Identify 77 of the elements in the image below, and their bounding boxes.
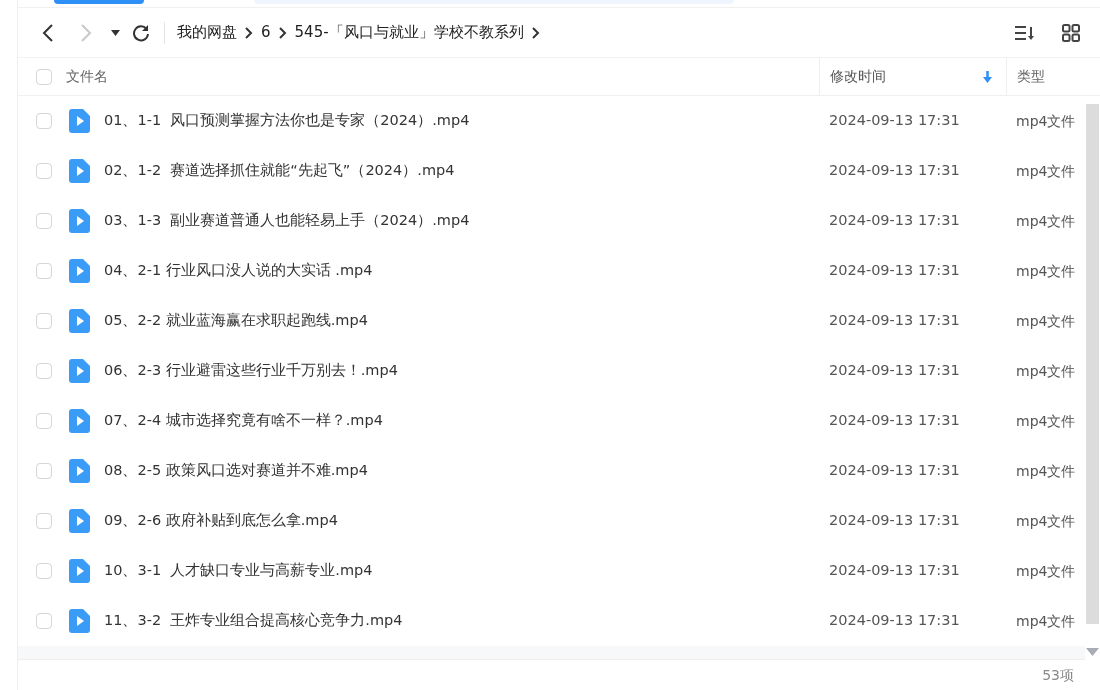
- file-type: mp4文件: [1016, 161, 1076, 181]
- modified-time: 2024-09-13 17:31: [829, 111, 960, 131]
- modified-time: 2024-09-13 17:31: [829, 311, 960, 331]
- file-type: mp4文件: [1016, 111, 1076, 131]
- video-file-icon: [69, 609, 90, 633]
- scroll-down-icon[interactable]: [1086, 648, 1099, 656]
- modified-time: 2024-09-13 17:31: [829, 411, 960, 431]
- video-file-icon: [69, 209, 90, 233]
- file-name[interactable]: 11、3-2 王炸专业组合提高核心竞争力.mp4: [104, 610, 403, 632]
- column-header[interactable]: 文件名: [66, 66, 108, 87]
- modified-time: 2024-09-13 17:31: [829, 511, 960, 531]
- scrollbar-thumb[interactable]: [1086, 104, 1099, 624]
- row-checkbox[interactable]: [36, 463, 52, 479]
- forward-icon[interactable]: [80, 22, 92, 43]
- refresh-icon[interactable]: [132, 23, 150, 42]
- file-name[interactable]: 08、2-5 政策风口选对赛道并不难.mp4: [104, 460, 368, 482]
- file-type: mp4文件: [1016, 511, 1076, 531]
- item-count: 53项: [1042, 665, 1074, 685]
- row-checkbox[interactable]: [36, 113, 52, 129]
- file-type: mp4文件: [1016, 611, 1076, 631]
- column-header[interactable]: 类型: [1017, 66, 1045, 87]
- modified-time: 2024-09-13 17:31: [829, 561, 960, 581]
- toolbar-button[interactable]: [54, 0, 144, 4]
- partial-file-row[interactable]: [18, 646, 1085, 660]
- video-file-icon: [69, 409, 90, 433]
- back-icon[interactable]: [42, 22, 54, 43]
- file-type: mp4文件: [1016, 361, 1076, 381]
- modified-time: 2024-09-13 17:31: [829, 211, 960, 231]
- chevron-right-icon: [245, 26, 253, 39]
- video-file-icon: [69, 359, 90, 383]
- video-file-icon: [69, 559, 90, 583]
- file-type: mp4文件: [1016, 461, 1076, 481]
- select-all-checkbox[interactable]: [36, 68, 52, 85]
- file-name[interactable]: 01、1-1 风口预测掌握方法你也是专家（2024）.mp4: [104, 110, 470, 132]
- row-checkbox[interactable]: [36, 563, 52, 579]
- video-file-icon: [69, 459, 90, 483]
- modified-time: 2024-09-13 17:31: [829, 361, 960, 381]
- breadcrumb-link[interactable]: 我的网盘: [173, 21, 241, 44]
- sort-descending-icon[interactable]: [983, 70, 992, 83]
- breadcrumb-link[interactable]: 545-「风口与就业」学校不教系列: [290, 21, 528, 44]
- file-name[interactable]: 02、1-2 赛道选择抓住就能“先起飞”（2024）.mp4: [104, 160, 455, 182]
- column-header[interactable]: 修改时间: [830, 66, 886, 87]
- modified-time: 2024-09-13 17:31: [829, 161, 960, 181]
- file-name[interactable]: 10、3-1 人才缺口专业与高薪专业.mp4: [104, 560, 373, 582]
- row-checkbox[interactable]: [36, 313, 52, 329]
- modified-time: 2024-09-13 17:31: [829, 461, 960, 481]
- row-checkbox[interactable]: [36, 213, 52, 229]
- row-checkbox[interactable]: [36, 513, 52, 529]
- file-type: mp4文件: [1016, 261, 1076, 281]
- file-name[interactable]: 04、2-1 行业风口没人说的大实话 .mp4: [104, 260, 373, 282]
- file-name[interactable]: 06、2-3 行业避雷这些行业千万别去！.mp4: [104, 360, 398, 382]
- video-file-icon: [69, 259, 90, 283]
- chevron-right-icon: [278, 26, 287, 39]
- file-type: mp4文件: [1016, 561, 1076, 581]
- caret-icon[interactable]: [111, 29, 120, 36]
- file-type: mp4文件: [1016, 211, 1076, 231]
- row-checkbox[interactable]: [36, 413, 52, 429]
- modified-time: 2024-09-13 17:31: [829, 611, 960, 631]
- file-name[interactable]: 03、1-3 副业赛道普通人也能轻易上手（2024）.mp4: [104, 210, 470, 232]
- grid-icon[interactable]: [1062, 23, 1080, 42]
- modified-time: 2024-09-13 17:31: [829, 261, 960, 281]
- file-type: mp4文件: [1016, 411, 1076, 431]
- row-checkbox[interactable]: [36, 163, 52, 179]
- video-file-icon: [69, 159, 90, 183]
- video-file-icon: [69, 109, 90, 133]
- row-checkbox[interactable]: [36, 613, 52, 629]
- sort-icon[interactable]: [1014, 24, 1036, 41]
- file-name[interactable]: 07、2-4 城市选择究竟有啥不一样？.mp4: [104, 410, 383, 432]
- chevron-right-icon: [531, 26, 540, 39]
- breadcrumb-link[interactable]: 6: [257, 21, 275, 44]
- file-name[interactable]: 09、2-6 政府补贴到底怎么拿.mp4: [104, 510, 338, 532]
- row-checkbox[interactable]: [36, 263, 52, 279]
- video-file-icon: [69, 509, 90, 533]
- row-checkbox[interactable]: [36, 363, 52, 379]
- file-type: mp4文件: [1016, 311, 1076, 331]
- video-file-icon: [69, 309, 90, 333]
- file-name[interactable]: 05、2-2 就业蓝海赢在求职起跑线.mp4: [104, 310, 368, 332]
